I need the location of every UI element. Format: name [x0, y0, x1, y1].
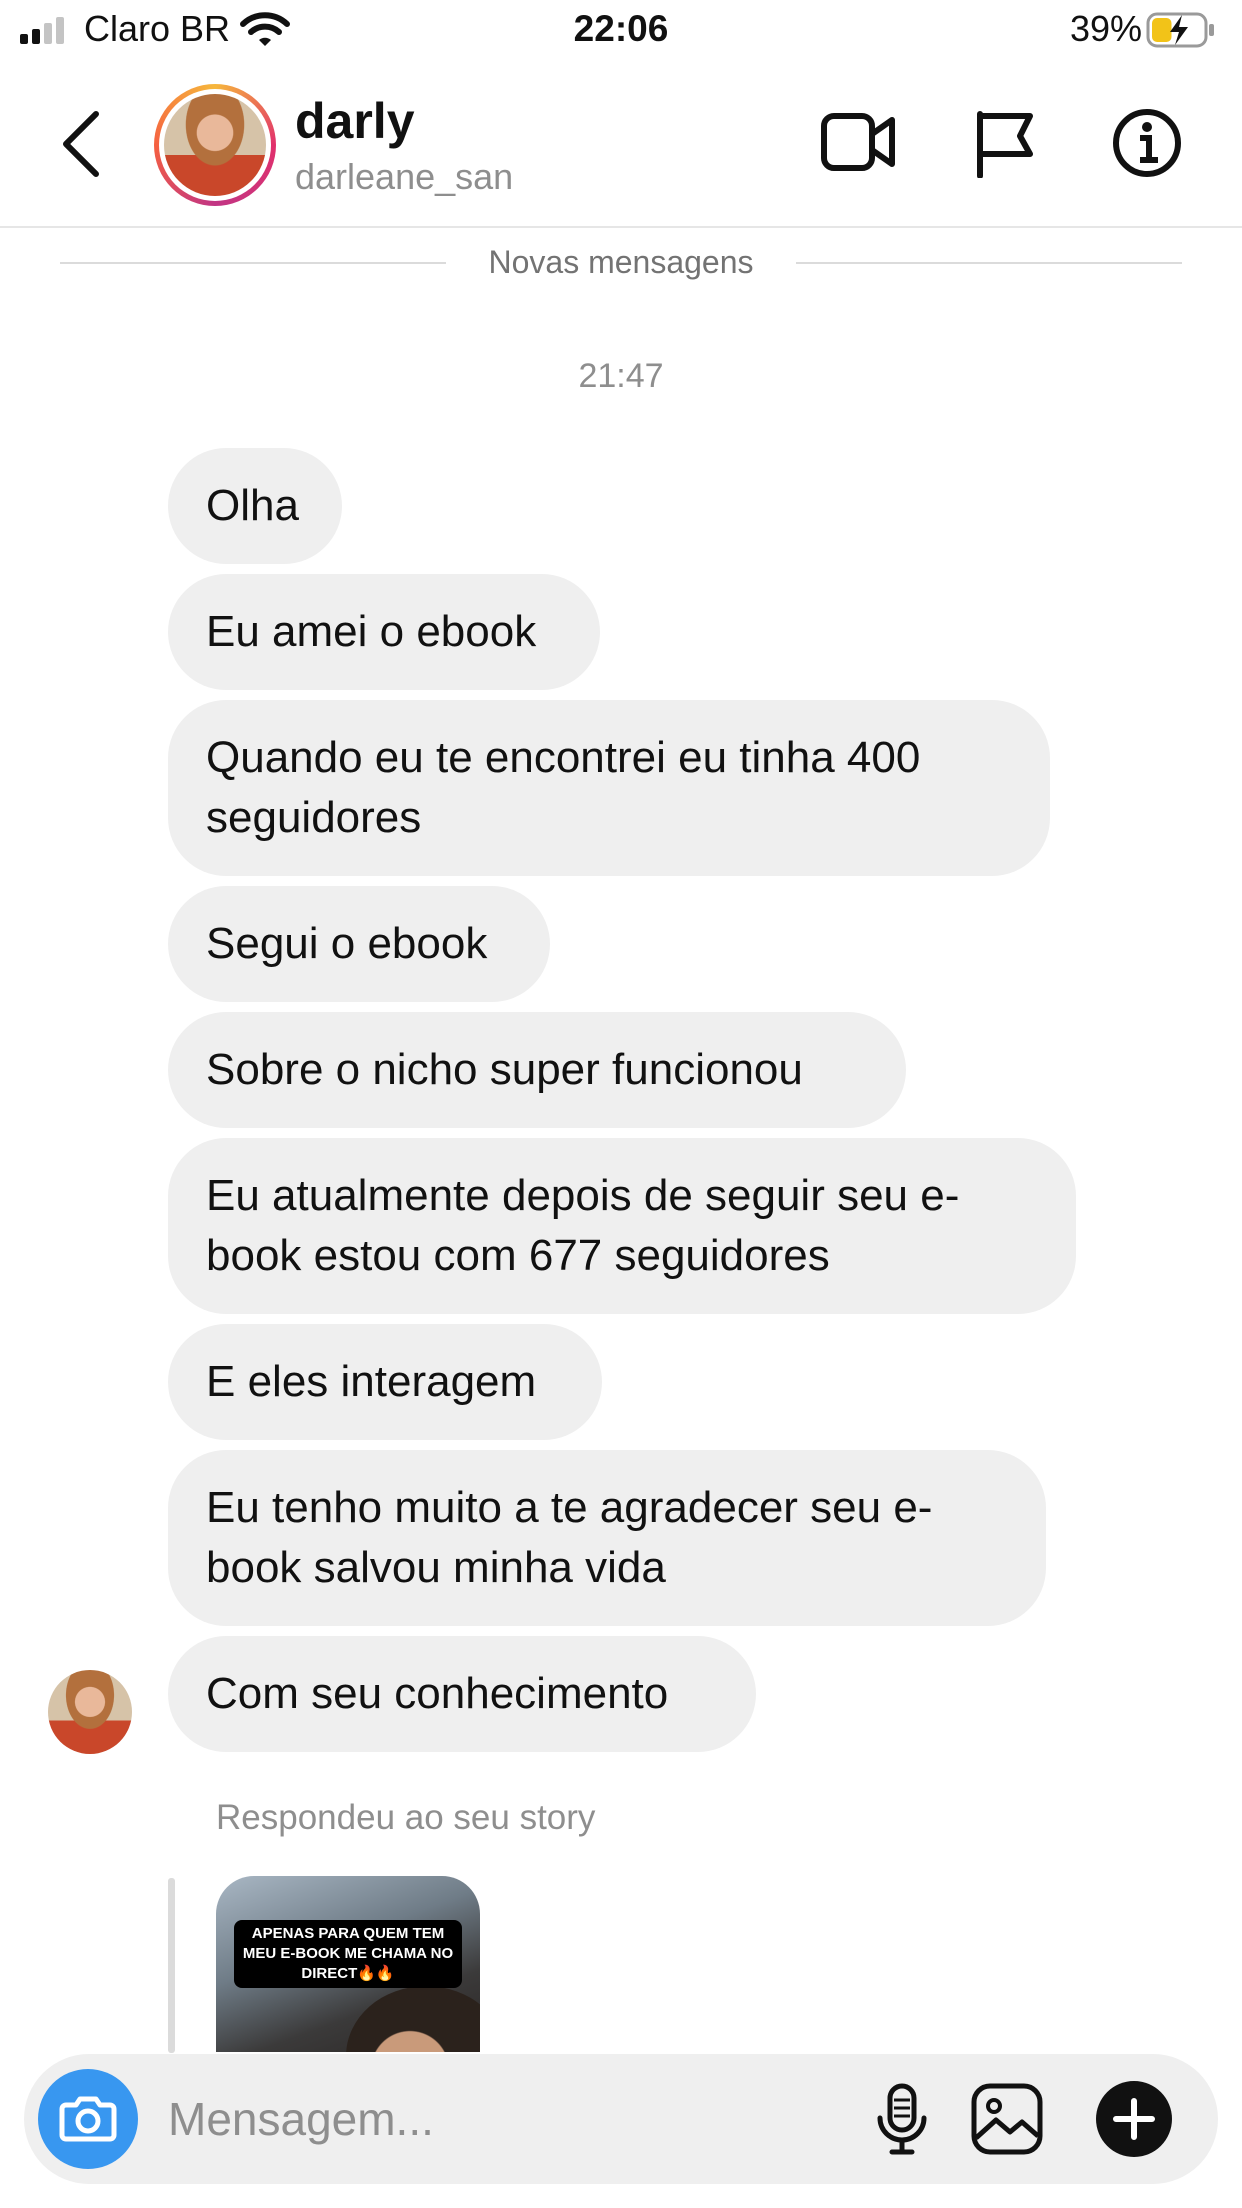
sender-avatar[interactable]: [48, 1670, 132, 1754]
message-bubble[interactable]: E eles interagem: [168, 1324, 602, 1440]
info-icon[interactable]: [1112, 108, 1182, 178]
contact-display-name[interactable]: darly: [295, 92, 415, 150]
status-time: 22:06: [573, 8, 669, 49]
message-bubble[interactable]: Segui o ebook: [168, 886, 550, 1002]
message-bubble[interactable]: Olha: [168, 448, 342, 564]
plus-button[interactable]: [1096, 2081, 1172, 2157]
story-caption: APENAS PARA QUEM TEM MEU E-BOOK ME CHAMA…: [234, 1920, 462, 1988]
status-bar: Claro BR 22:06 39%: [0, 0, 1242, 64]
camera-button[interactable]: [38, 2069, 138, 2169]
avatar[interactable]: [154, 84, 276, 206]
story-reply-label: Respondeu ao seu story: [216, 1798, 596, 1837]
video-call-icon[interactable]: [820, 108, 896, 176]
message-bubble[interactable]: Quando eu te encontrei eu tinha 400 segu…: [168, 700, 1050, 876]
camera-icon: [59, 2096, 117, 2142]
story-thumbnail[interactable]: APENAS PARA QUEM TEM MEU E-BOOK ME CHAMA…: [216, 1876, 480, 2052]
back-chevron-icon[interactable]: [52, 104, 112, 184]
message-composer: Mensagem...: [24, 2054, 1218, 2184]
message-input[interactable]: Mensagem...: [168, 2092, 434, 2146]
battery-percentage: 39%: [1069, 8, 1142, 49]
message-timestamp: 21:47: [578, 357, 664, 395]
message-bubble[interactable]: Eu tenho muito a te agradecer seu e-book…: [168, 1450, 1046, 1626]
contact-username[interactable]: darleane_san: [295, 156, 513, 198]
message-bubble[interactable]: Com seu conhecimento: [168, 1636, 756, 1752]
avatar-photo: [164, 94, 266, 196]
flag-icon[interactable]: [972, 108, 1036, 178]
microphone-icon[interactable]: [874, 2082, 930, 2158]
new-messages-divider: Novas mensagens: [60, 244, 1182, 284]
message-bubble[interactable]: Eu atualmente depois de seguir seu e-boo…: [168, 1138, 1076, 1314]
reply-quote-bar: [168, 1878, 175, 2053]
chat-header: darly darleane_san: [0, 64, 1242, 228]
gallery-icon[interactable]: [970, 2082, 1044, 2156]
battery-charging-icon: [1146, 12, 1214, 48]
message-bubble[interactable]: Sobre o nicho super funcionou: [168, 1012, 906, 1128]
plus-icon: [1113, 2098, 1155, 2140]
message-bubble[interactable]: Eu amei o ebook: [168, 574, 600, 690]
